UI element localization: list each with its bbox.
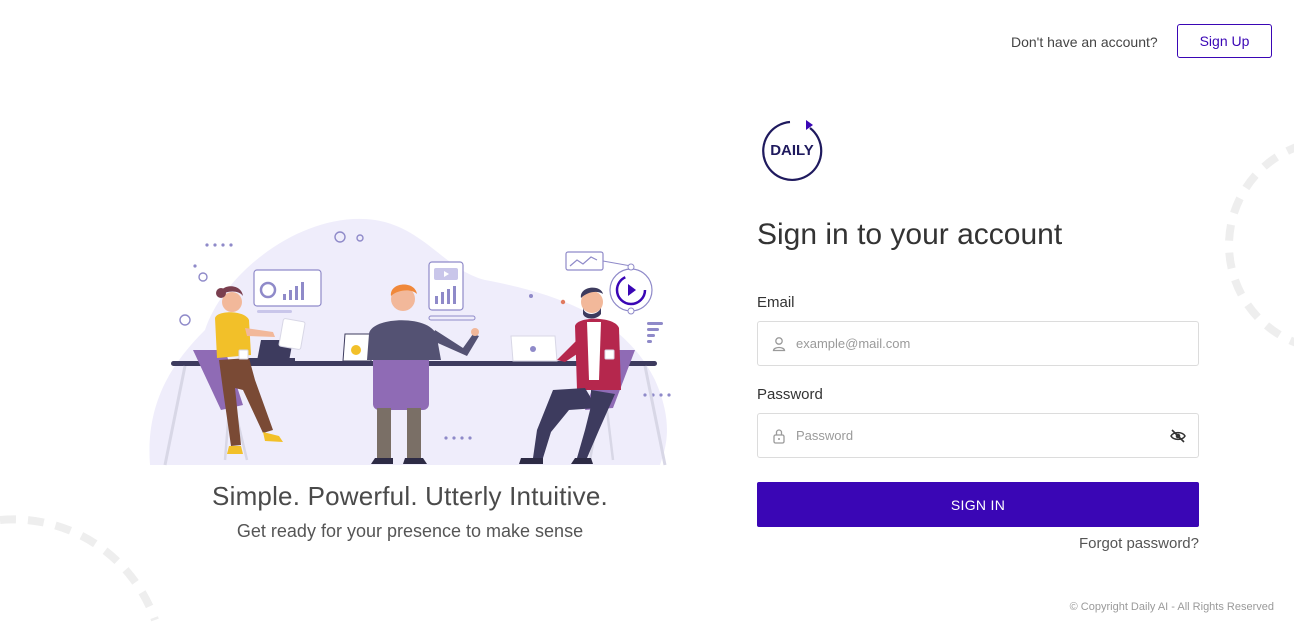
user-icon (772, 337, 786, 352)
logo-text: DAILY (770, 142, 814, 159)
email-input[interactable] (796, 322, 1156, 365)
decorative-arc-right (1225, 143, 1294, 347)
signin-button[interactable]: SIGN IN (757, 482, 1199, 527)
signup-prompt-text: Don't have an account? (1011, 34, 1158, 50)
forgot-password-link[interactable]: Forgot password? (1050, 535, 1199, 552)
password-field-container (757, 413, 1199, 458)
copyright-text: © Copyright Daily AI - All Rights Reserv… (1069, 601, 1274, 613)
eye-slash-icon[interactable] (1170, 429, 1186, 443)
team-meeting-illustration (149, 218, 671, 466)
signin-title: Sign in to your account (757, 218, 1063, 251)
lock-icon (773, 429, 785, 444)
email-label: Email (757, 294, 795, 311)
signup-button[interactable]: Sign Up (1177, 24, 1272, 58)
hero-tagline: Simple. Powerful. Utterly Intuitive. (212, 481, 608, 511)
password-input[interactable] (796, 414, 1156, 457)
hero-subtagline: Get ready for your presence to make sens… (236, 521, 584, 541)
daily-logo: DAILY (762, 120, 823, 182)
password-label: Password (757, 386, 823, 403)
email-field-container (757, 321, 1199, 366)
